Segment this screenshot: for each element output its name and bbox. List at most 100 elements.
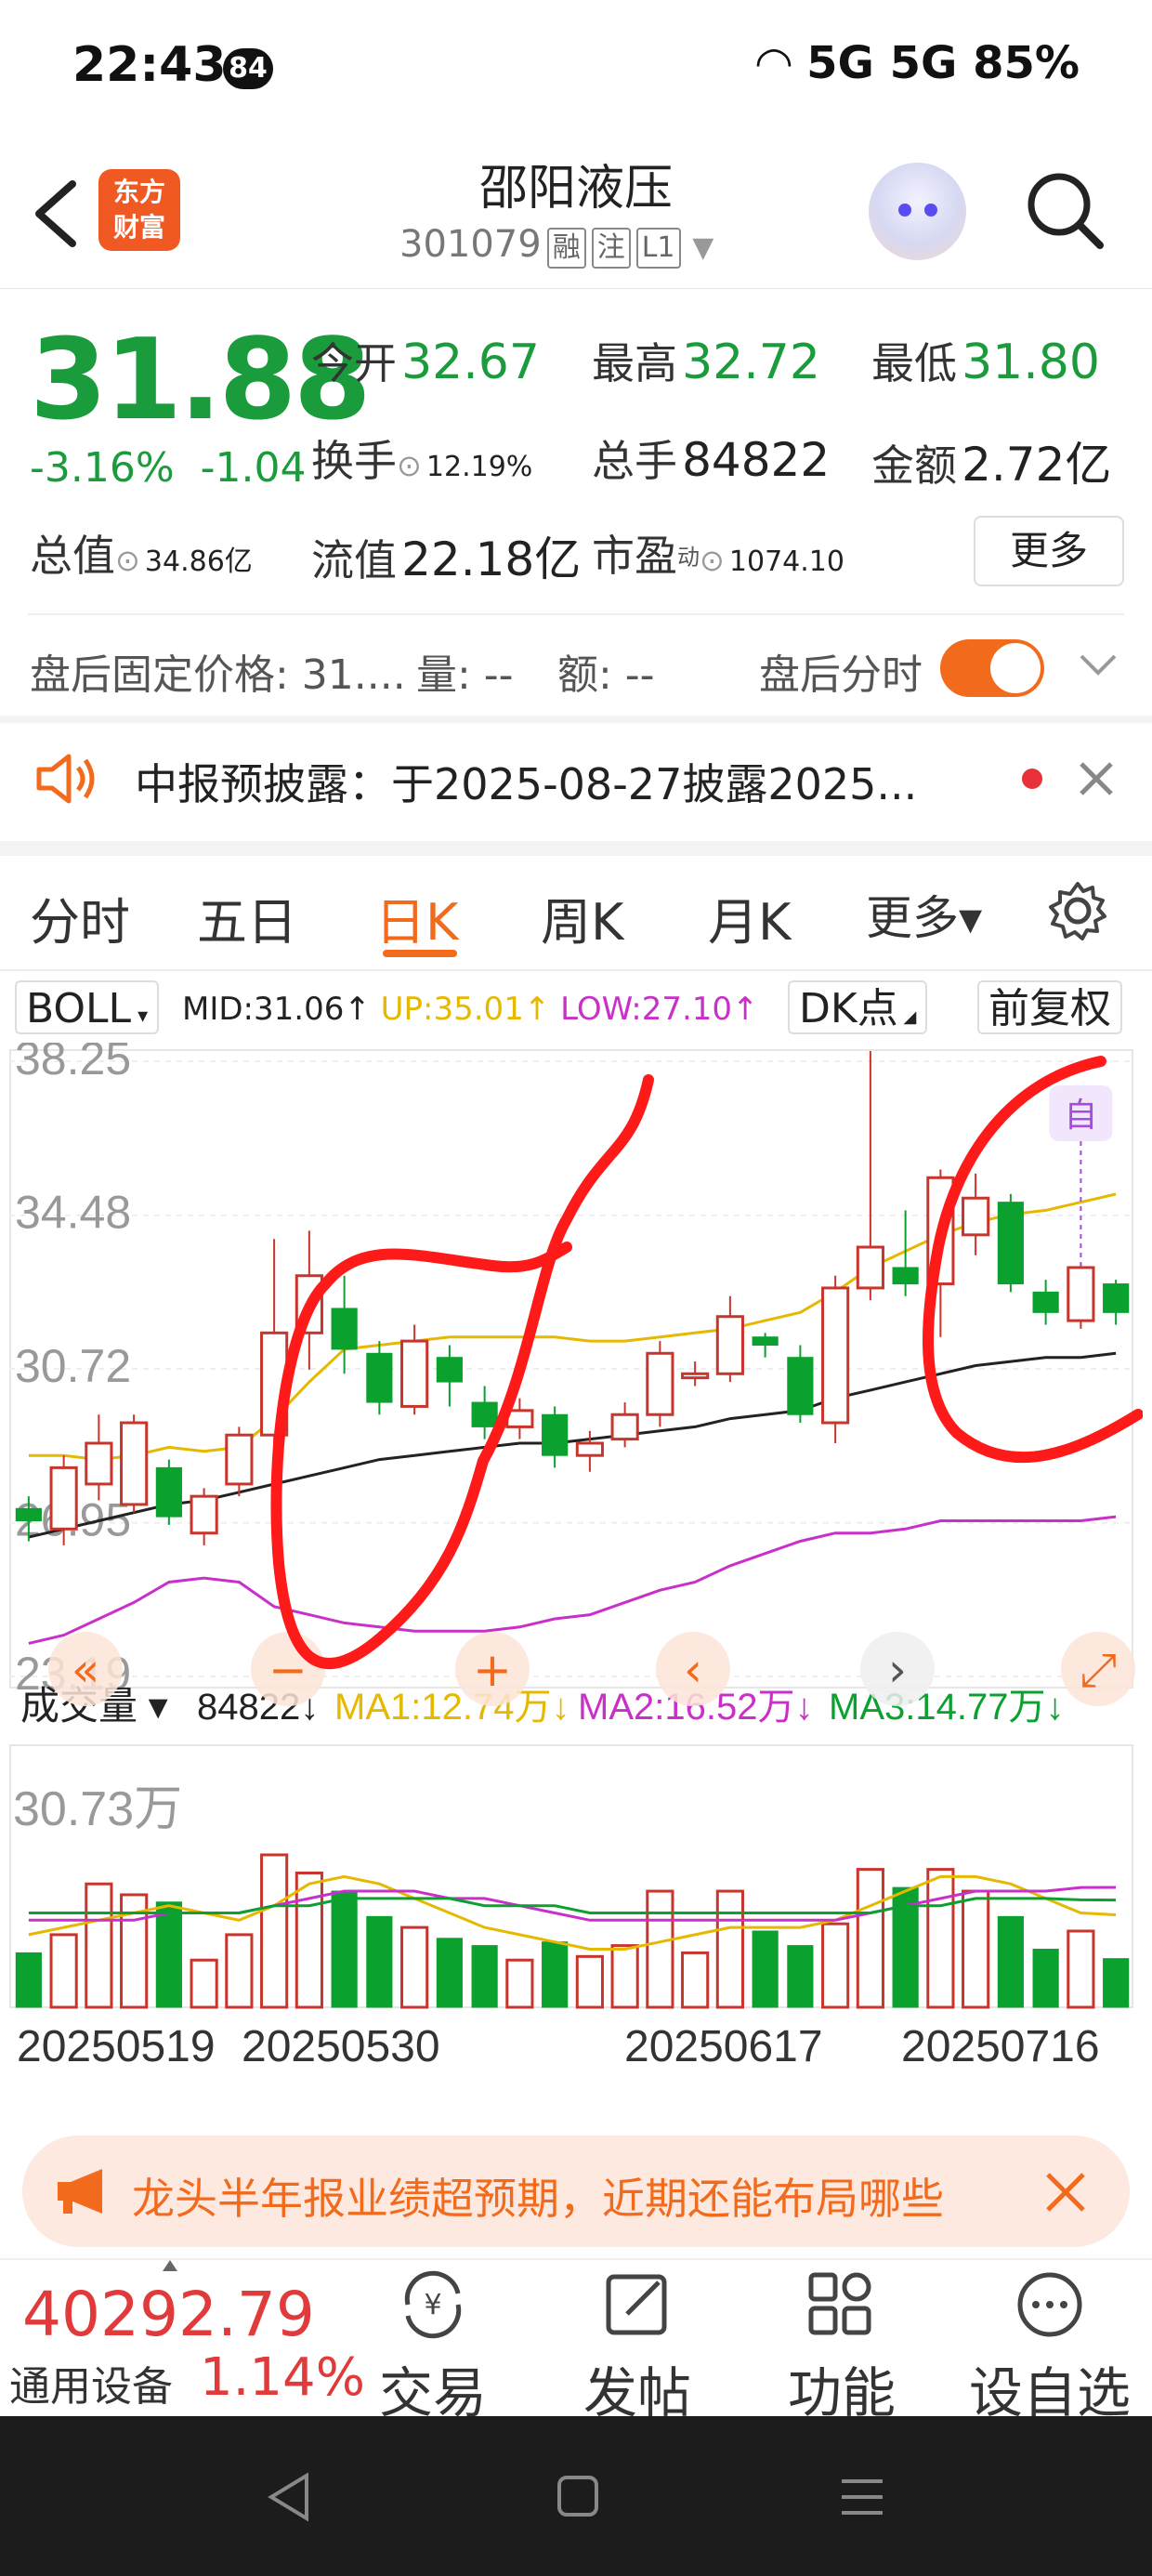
change-value: -1.04	[200, 444, 307, 492]
svg-text:¥: ¥	[424, 2289, 441, 2321]
candle-body	[366, 1352, 393, 1403]
amount-value: 2.72亿	[962, 438, 1112, 492]
kline-svg[interactable]: 38.2534.4830.7226.9523.1930.73万成交量 ▾8482…	[9, 1032, 1144, 2085]
low-cell: 最低 31.80	[871, 335, 1100, 390]
high-value: 32.72	[682, 335, 820, 390]
after-hours-price: 盘后固定价格: 31....	[30, 651, 406, 699]
candle-body	[962, 1196, 990, 1237]
more-button[interactable]: 更多	[974, 516, 1124, 586]
signal-icons: 5G 5G 85%	[806, 37, 1080, 89]
speaker-icon	[36, 754, 95, 804]
chart-control-icon: ‹	[684, 1643, 702, 1697]
volume-bar	[926, 1868, 955, 2009]
volume-bar	[610, 1944, 639, 2009]
nav-trade[interactable]: ¥ 交易	[349, 2267, 517, 2427]
info-icon[interactable]: ⊙	[700, 543, 725, 578]
tab-more[interactable]: 更多▾	[866, 881, 982, 948]
search-icon[interactable]	[1022, 167, 1106, 251]
candle-body	[436, 1357, 463, 1383]
triangle-down-icon: ▼	[692, 231, 714, 264]
nav-functions[interactable]: 功能	[758, 2267, 925, 2427]
volume-bar	[260, 1853, 289, 2009]
volume-value: 84822	[682, 433, 831, 487]
y-tick-label: 34.48	[15, 1187, 131, 1239]
candle-body	[1032, 1291, 1059, 1313]
nav-post[interactable]: 发帖	[554, 2267, 721, 2427]
banner-text[interactable]: 龙头半年报业绩超预期，近期还能布局哪些	[132, 2165, 1024, 2227]
open-value: 32.67	[401, 335, 540, 390]
volume-bar	[542, 1941, 569, 2008]
open-cell: 今开 32.67	[311, 335, 540, 390]
home-nav-icon[interactable]	[554, 2472, 600, 2522]
candle-body	[155, 1466, 182, 1518]
tab-daily-k[interactable]: 日K	[375, 881, 458, 954]
candle-body	[646, 1351, 674, 1416]
volume-bar	[681, 1951, 710, 2009]
back-nav-icon[interactable]	[266, 2472, 312, 2522]
nav-add-watchlist[interactable]: 设自选	[966, 2267, 1133, 2427]
volume-bar	[787, 1945, 814, 2008]
status-bar: 22:43 84 ◠ 5G 5G 85%	[0, 0, 1152, 139]
wifi-icon: ◠	[756, 37, 792, 89]
volume-bar	[505, 1958, 534, 2009]
y-tick-label: 38.25	[15, 1043, 131, 1084]
candle-body	[190, 1494, 218, 1535]
self-select-flag-label: 自	[1064, 1097, 1097, 1135]
high-cell: 最高 32.72	[592, 335, 820, 390]
status-time: 22:43	[72, 37, 227, 93]
index-pct[interactable]: 1.14%	[200, 2347, 365, 2408]
change-row: -3.16% -1.04	[30, 444, 307, 492]
candle-body	[49, 1465, 78, 1531]
tab-intraday[interactable]: 分时	[30, 881, 130, 954]
menu-nav-icon[interactable]	[838, 2474, 886, 2520]
candle-body	[610, 1413, 639, 1441]
trade-icon: ¥	[404, 2270, 462, 2339]
caret-up-icon	[163, 2260, 177, 2271]
tab-monthly-k[interactable]: 月K	[708, 881, 791, 954]
change-pct: -3.16%	[30, 444, 175, 492]
index-name[interactable]: 通用设备	[9, 2353, 173, 2412]
close-icon[interactable]	[1078, 760, 1115, 797]
candle-body	[400, 1339, 429, 1408]
x-axis-label: 20250716	[901, 2022, 1100, 2071]
chevron-down-icon[interactable]	[1078, 651, 1119, 678]
after-hours-toggle[interactable]	[940, 639, 1044, 697]
low-value: 31.80	[962, 335, 1100, 390]
more-dots-icon	[1017, 2272, 1082, 2337]
volume-bar	[400, 1925, 429, 2009]
boll-values: MID:31.06↑ UP:35.01↑ LOW:27.10↑	[182, 991, 759, 1028]
float-value: 22.18亿	[401, 532, 582, 586]
candle-body	[575, 1441, 604, 1457]
volume-bar	[575, 1954, 604, 2009]
price-adjust-button[interactable]: 前复权	[977, 980, 1122, 1034]
unread-dot	[1022, 769, 1042, 789]
stock-name: 邵阳液压	[478, 161, 673, 217]
index-value[interactable]: 40292.79	[22, 2279, 315, 2350]
stock-code-row[interactable]: 301079 融注 L1 ▼	[399, 223, 713, 269]
info-icon[interactable]: ⊙	[397, 448, 422, 483]
volume-ma-value: MA1:12.74万↓	[334, 1687, 569, 1728]
volume-bar	[49, 1933, 78, 2009]
candle-body	[15, 1507, 42, 1522]
volume-bar	[1103, 1958, 1130, 2008]
volume-bar	[997, 1915, 1024, 2008]
kline-chart[interactable]: 38.2534.4830.7226.9523.1930.73万成交量 ▾8482…	[9, 1032, 1144, 2085]
volume-bar	[856, 1868, 884, 2009]
notice-text[interactable]: 中报预披露：于2025-08-27披露2025...	[135, 751, 917, 812]
volume-bar	[225, 1933, 254, 2009]
candle-body	[1103, 1283, 1130, 1313]
tab-weekly-k[interactable]: 周K	[541, 881, 623, 954]
indicator-select[interactable]: BOLL ▾	[15, 980, 160, 1034]
volume-bar	[715, 1889, 744, 2009]
candle-body	[85, 1441, 113, 1486]
boll-lower-line	[28, 1515, 1117, 1645]
close-icon[interactable]	[1044, 2171, 1087, 2214]
dk-point-button[interactable]: DK点 ◢	[788, 980, 928, 1034]
gear-icon[interactable]	[1045, 878, 1110, 943]
tab-five-day[interactable]: 五日	[197, 881, 297, 954]
info-icon[interactable]: ⊙	[115, 543, 140, 578]
mktcap-cell: 总值⊙ 34.86亿	[30, 531, 253, 581]
candle-body	[892, 1267, 919, 1285]
robot-assistant-icon[interactable]	[869, 163, 966, 260]
volume-bar	[295, 1872, 323, 2009]
